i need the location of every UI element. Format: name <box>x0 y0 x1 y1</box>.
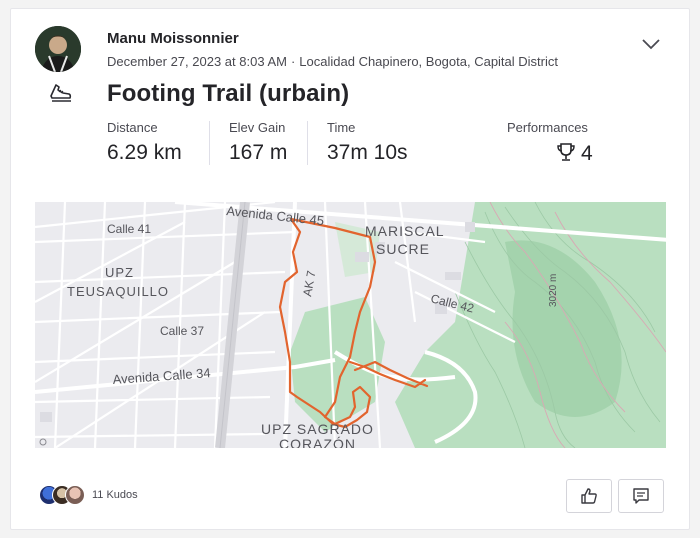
map-label-sucre: SUCRE <box>376 241 430 257</box>
performances-count: 4 <box>581 142 593 165</box>
stat-divider <box>209 121 210 165</box>
activity-card: Manu Moissonnier December 27, 2023 at 8:… <box>10 8 690 530</box>
map-label-corazon: CORAZÓN <box>279 436 356 448</box>
map-label-calle-37: Calle 37 <box>160 324 204 338</box>
stat-label: Distance <box>107 120 158 135</box>
comment-icon <box>633 488 649 504</box>
kudos-button[interactable] <box>566 479 612 513</box>
performances-value-row: 4 <box>507 141 593 166</box>
activity-meta: December 27, 2023 at 8:03 AM · Localidad C… <box>107 54 558 69</box>
stat-time: Time 37m 10s <box>327 120 408 165</box>
trophy-icon <box>557 143 575 161</box>
stat-value: 6.29 km <box>107 141 182 164</box>
comment-button[interactable] <box>618 479 664 513</box>
map-label-elevation: 3020 m <box>548 274 559 307</box>
map-label-upz: UPZ <box>105 265 134 280</box>
stat-divider <box>307 121 308 165</box>
athlete-avatar[interactable] <box>35 26 81 72</box>
stat-label: Performances <box>507 120 588 135</box>
stat-performances: Performances 4 <box>507 120 593 166</box>
activity-location: Localidad Chapinero, Bogota, Capital Dis… <box>299 54 558 69</box>
activity-title[interactable]: Footing Trail (urbain) <box>107 80 349 108</box>
kudos-count[interactable]: 11 Kudos <box>92 489 138 501</box>
map-label-calle-41: Calle 41 <box>107 222 151 236</box>
map-label-mariscal: MARISCAL <box>365 223 445 239</box>
thumbs-up-icon <box>581 488 597 504</box>
stat-elev-gain: Elev Gain 167 m <box>229 120 287 165</box>
athlete-name[interactable]: Manu Moissonnier <box>107 30 239 47</box>
kudos-avatar[interactable] <box>65 485 85 505</box>
activity-date: December 27, 2023 at 8:03 AM <box>107 54 287 69</box>
stat-label: Time <box>327 120 356 135</box>
stat-value: 37m 10s <box>327 141 408 164</box>
stat-distance: Distance 6.29 km <box>107 120 182 165</box>
chevron-down-icon[interactable] <box>639 35 663 53</box>
map-label-upz-sagrado: UPZ SAGRADO <box>261 421 374 437</box>
kudos-summary[interactable]: 11 Kudos <box>39 483 138 507</box>
stat-label: Elev Gain <box>229 120 286 135</box>
map-label-teusaquillo: TEUSAQUILLO <box>67 284 169 299</box>
stat-value: 167 m <box>229 141 288 164</box>
run-shoe-icon <box>50 84 72 102</box>
route-map[interactable]: Avenida Calle 45 Calle 41 UPZ TEUSAQUILL… <box>35 202 666 448</box>
meta-separator: · <box>290 54 296 69</box>
